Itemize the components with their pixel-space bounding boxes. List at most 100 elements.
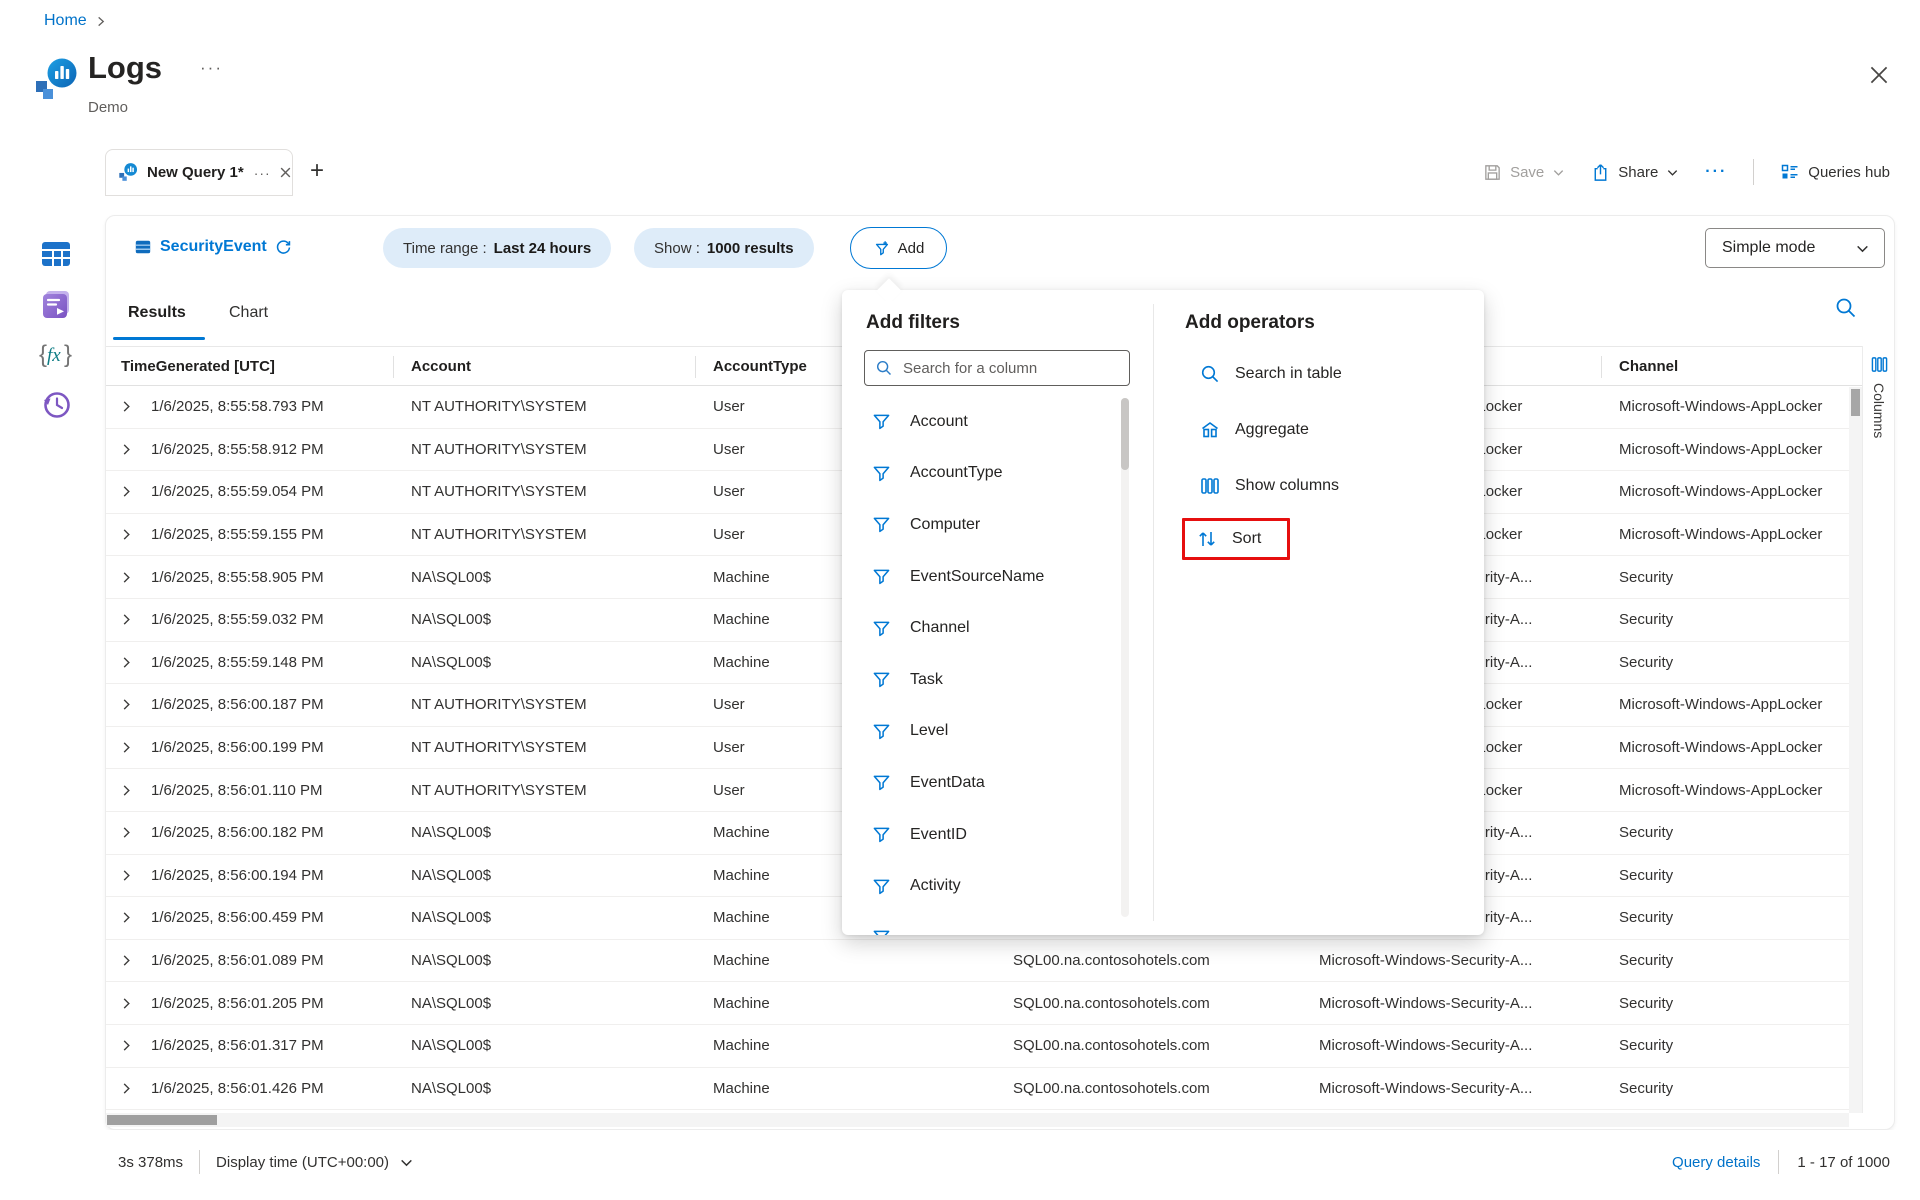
functions-nav-icon[interactable]: {fx} [38,336,74,372]
horizontal-scrollbar-thumb[interactable] [107,1115,217,1125]
table-selector[interactable]: SecurityEvent [134,238,292,256]
query-tab-close-icon[interactable] [279,166,292,179]
table-name: SecurityEvent [160,238,267,256]
row-expander-chevron-icon[interactable] [120,1068,142,1110]
table-row[interactable]: 1/6/2025, 8:56:01.205 PMNA\SQL00$Machine… [106,982,1862,1025]
save-button[interactable]: Save [1483,163,1565,182]
query-history-nav-icon[interactable] [38,386,74,422]
filter-funnel-icon [872,567,891,586]
filter-item[interactable]: Computer [842,499,1118,551]
column-header[interactable]: AccountType [713,347,807,385]
filter-item[interactable]: AccountType [842,448,1118,500]
cell-channel: Security [1619,855,1826,897]
cell-accounttype: User [713,429,745,471]
row-expander-chevron-icon[interactable] [120,684,142,726]
cell-timegenerated: 1/6/2025, 8:55:59.054 PM [151,471,324,513]
toolbar-more-button[interactable]: ··· [1705,163,1727,181]
add-operators-section: Add operators Search in tableAggregateSh… [1154,290,1484,935]
row-expander-chevron-icon[interactable] [120,386,142,428]
row-expander-chevron-icon[interactable] [120,940,142,982]
filter-item[interactable]: Channel [842,602,1118,654]
filter-item[interactable]: EventData [842,757,1118,809]
search-results-icon[interactable] [1834,296,1858,320]
filter-funnel-icon [872,928,891,935]
filter-item[interactable]: EventSourceName [842,551,1118,603]
tables-nav-icon[interactable] [38,236,74,272]
operator-item-show-columns[interactable]: Show columns [1185,462,1354,510]
query-tab-more-button[interactable]: ··· [254,165,271,181]
tab-chart[interactable]: Chart [229,304,268,322]
cell-account: NA\SQL00$ [411,982,491,1024]
vertical-scrollbar[interactable] [1849,387,1862,1113]
breadcrumb-home-link[interactable]: Home [44,12,87,30]
show-results-pill[interactable]: Show : 1000 results [634,228,814,268]
cell-account: NA\SQL00$ [411,812,491,854]
filter-item[interactable]: EventID [842,809,1118,861]
row-expander-chevron-icon[interactable] [120,982,142,1024]
cell-eventsourcename: Microsoft-Windows-Security-A... [1319,982,1532,1024]
columns-panel-tab[interactable]: Columns [1862,346,1895,1113]
row-expander-chevron-icon[interactable] [120,812,142,854]
row-expander-chevron-icon[interactable] [120,855,142,897]
vertical-scrollbar-thumb[interactable] [1851,389,1860,416]
row-expander-chevron-icon[interactable] [120,556,142,598]
cell-timegenerated: 1/6/2025, 8:56:01.426 PM [151,1068,324,1110]
row-expander-chevron-icon[interactable] [120,769,142,811]
operator-item-search[interactable]: Search in table [1185,350,1357,398]
filter-item-label: EventData [910,774,985,792]
filter-item[interactable]: Task [842,654,1118,706]
table-row[interactable]: 1/6/2025, 8:56:01.317 PMNA\SQL00$Machine… [106,1025,1862,1068]
add-filters-title: Add filters [866,312,960,334]
refresh-icon[interactable] [275,239,292,256]
row-expander-chevron-icon[interactable] [120,471,142,513]
filter-funnel-icon [872,464,891,483]
add-filter-label: Add [898,240,925,257]
row-expander-chevron-icon[interactable] [120,1025,142,1067]
cell-accounttype: Machine [713,940,770,982]
filter-list-scrollbar-thumb[interactable] [1121,398,1129,470]
operator-item-aggregate[interactable]: Aggregate [1185,406,1324,454]
column-search-box[interactable] [864,350,1130,386]
row-expander-chevron-icon[interactable] [120,897,142,939]
column-header[interactable]: Account [411,347,471,385]
time-range-label: Time range : [403,240,487,257]
row-expander-chevron-icon[interactable] [120,727,142,769]
tab-new-query[interactable]: New Query 1* ··· [105,149,293,196]
display-time-dropdown[interactable]: Display time (UTC+00:00) [216,1154,414,1171]
filter-item[interactable]: Account [842,396,1118,448]
save-label: Save [1510,164,1544,181]
filter-item[interactable]: Activity [842,860,1118,912]
row-expander-chevron-icon[interactable] [120,429,142,471]
time-range-value: Last 24 hours [494,240,592,257]
filter-item-label: EventSourceName [910,568,1044,586]
example-queries-nav-icon[interactable] [38,286,74,322]
row-expander-chevron-icon[interactable] [120,599,142,641]
row-expander-chevron-icon[interactable] [120,642,142,684]
table-row[interactable]: 1/6/2025, 8:56:01.426 PMNA\SQL00$Machine… [106,1068,1862,1111]
mode-select[interactable]: Simple mode [1705,228,1885,268]
cell-channel: Security [1619,982,1826,1024]
filter-item[interactable]: Level [842,706,1118,758]
time-range-pill[interactable]: Time range : Last 24 hours [383,228,611,268]
cell-channel: Microsoft-Windows-AppLocker [1619,471,1826,513]
filter-item-label: AccountType [910,464,1003,482]
horizontal-scrollbar[interactable] [106,1113,1849,1127]
operator-item-sort[interactable]: Sort [1182,518,1290,560]
filter-item-partial[interactable] [842,912,1118,935]
query-details-link[interactable]: Query details [1672,1154,1760,1171]
columns-panel-label: Columns [1871,383,1887,438]
cell-channel: Security [1619,599,1826,641]
table-row[interactable]: 1/6/2025, 8:56:01.089 PMNA\SQL00$Machine… [106,940,1862,983]
filter-list-scrollbar[interactable] [1121,398,1129,917]
new-tab-plus-icon[interactable]: + [303,157,331,185]
page-title-more-button[interactable]: ··· [200,58,223,78]
share-button[interactable]: Share [1591,163,1679,182]
tab-results[interactable]: Results [128,304,186,322]
queries-hub-button[interactable]: Queries hub [1780,162,1890,182]
close-icon[interactable] [1866,62,1892,88]
column-header[interactable]: TimeGenerated [UTC] [121,347,275,385]
column-header[interactable]: Channel [1619,347,1678,385]
search-input[interactable] [901,359,1121,378]
row-expander-chevron-icon[interactable] [120,514,142,556]
add-filter-button[interactable]: Add [850,227,947,269]
